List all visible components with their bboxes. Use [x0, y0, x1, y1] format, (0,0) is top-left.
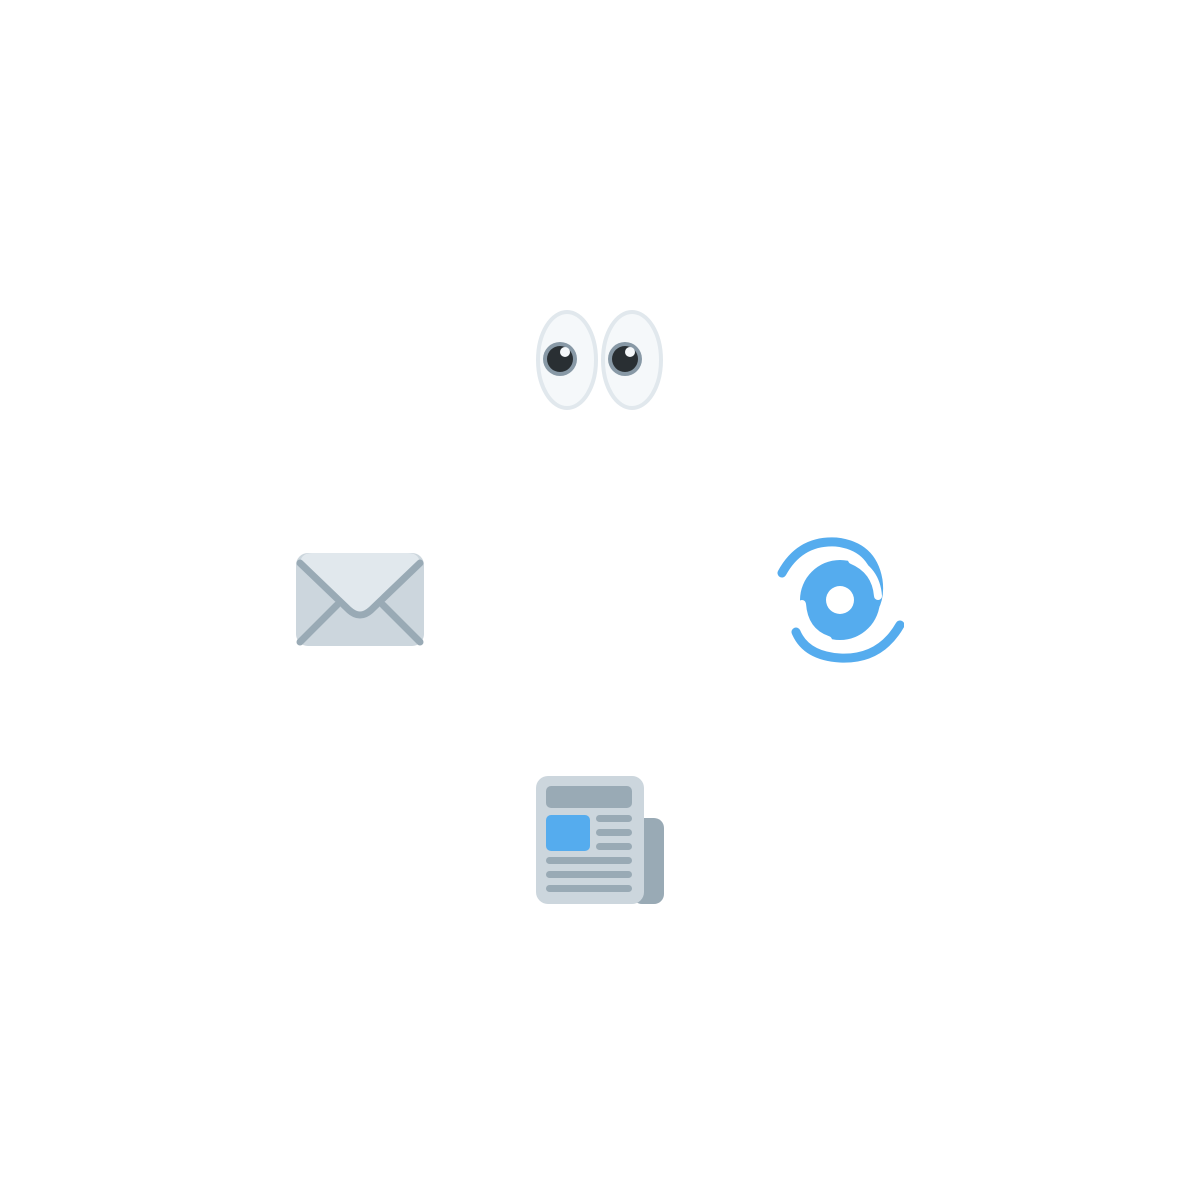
eyes-icon	[536, 296, 664, 424]
newspaper-icon	[536, 776, 664, 904]
envelope-icon	[296, 536, 424, 664]
emoji-canvas	[0, 0, 1200, 1200]
cyclone-icon	[776, 536, 904, 664]
